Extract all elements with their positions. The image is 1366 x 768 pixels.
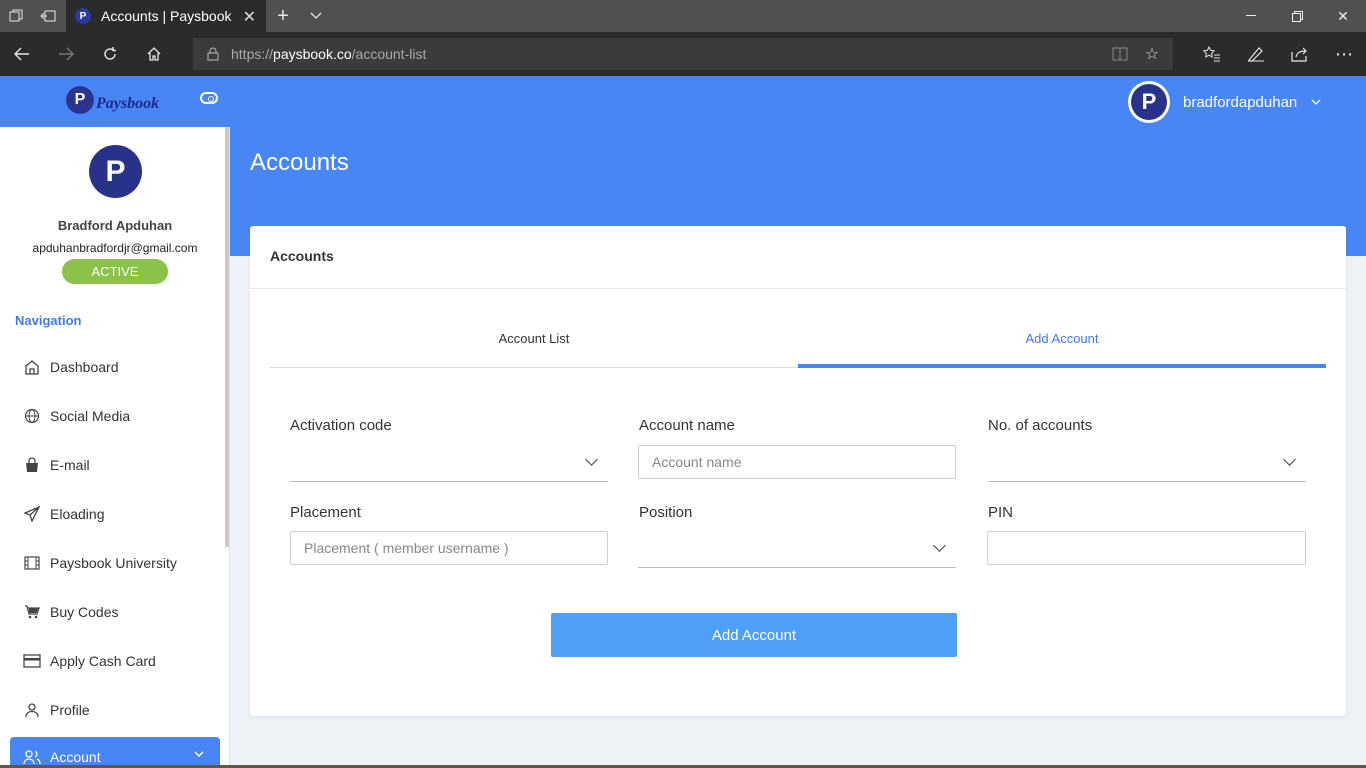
close-tab-icon[interactable]: ✕: [243, 7, 256, 27]
user-menu[interactable]: P bradfordapduhan: [1128, 81, 1321, 123]
tab-add-account[interactable]: Add Account: [798, 322, 1326, 368]
sidebar-item-profile[interactable]: Profile: [22, 698, 90, 722]
status-badge: ACTIVE: [62, 259, 168, 284]
send-icon: [22, 504, 42, 524]
app-header: P Paysbook P bradfordapduhan: [0, 76, 1366, 127]
cart-icon: [22, 602, 42, 622]
sidebar: P Bradford Apduhan apduhanbradfordjr@gma…: [0, 127, 230, 768]
chevron-down-icon: [194, 749, 204, 760]
tab-account-list[interactable]: Account List: [270, 322, 798, 368]
address-bar[interactable]: https://paysbook.co/account-list ☆: [193, 38, 1173, 70]
sidebar-scrollbar[interactable]: [225, 127, 229, 547]
accounts-card: Accounts Account List Add Account Activa…: [250, 226, 1346, 716]
browser-nav-bar: https://paysbook.co/account-list ☆ ⋯: [0, 32, 1366, 76]
logo-text: Paysbook: [96, 95, 160, 112]
tab-actions-icon[interactable]: [0, 0, 32, 32]
new-tab-icon[interactable]: +: [266, 0, 300, 32]
browser-tab-active[interactable]: P Accounts | Paysbook ✕: [66, 0, 266, 32]
account-name-input[interactable]: [638, 445, 956, 479]
num-accounts-label: No. of accounts: [988, 417, 1093, 434]
add-account-button[interactable]: Add Account: [551, 613, 957, 657]
sidebar-item-paysbook-university[interactable]: Paysbook University: [22, 551, 177, 575]
sidebar-item-apply-cash-card[interactable]: Apply Cash Card: [22, 649, 156, 673]
profile-avatar: P: [89, 145, 142, 198]
header-username: bradfordapduhan: [1183, 93, 1298, 111]
reading-view-icon[interactable]: [1104, 38, 1136, 70]
sidebar-item-account[interactable]: Account: [10, 737, 220, 768]
globe-icon: [22, 406, 42, 426]
back-icon[interactable]: [0, 32, 44, 76]
account-tabs: Account List Add Account: [270, 322, 1326, 368]
sidebar-item-eloading[interactable]: Eloading: [22, 502, 105, 526]
chevron-down-icon: [1283, 453, 1296, 466]
profile-name: Bradford Apduhan: [57, 218, 173, 233]
set-tabs-aside-icon[interactable]: [32, 0, 64, 32]
paysbook-logo[interactable]: P Paysbook: [66, 86, 159, 114]
credit-card-icon: [22, 651, 42, 671]
navigation-heading: Navigation: [15, 313, 82, 328]
close-window-icon[interactable]: ✕: [1320, 0, 1366, 32]
forward-icon[interactable]: [44, 32, 88, 76]
pin-input[interactable]: [987, 531, 1306, 565]
position-label: Position: [639, 504, 693, 521]
profile-email: apduhanbradfordjr@gmail.com: [32, 241, 198, 255]
home-icon: [22, 357, 42, 377]
chevron-down-icon: [933, 539, 946, 552]
page-title: Accounts: [250, 149, 349, 176]
position-select[interactable]: [638, 530, 956, 568]
pin-label: PIN: [988, 504, 1014, 521]
restore-icon[interactable]: [1274, 0, 1320, 32]
activation-code-label: Activation code: [290, 417, 392, 434]
film-icon: [22, 553, 42, 573]
avatar: P: [1128, 81, 1170, 123]
minimize-icon[interactable]: [1228, 0, 1274, 32]
more-options-icon[interactable]: ⋯: [1322, 32, 1366, 76]
card-divider: [250, 288, 1346, 289]
placement-label: Placement: [290, 504, 361, 521]
tab-title: Accounts | Paysbook: [101, 8, 232, 24]
user-icon: [22, 700, 42, 720]
activation-code-select[interactable]: [290, 444, 608, 482]
users-icon: [22, 747, 42, 767]
favorites-list-icon[interactable]: [1190, 32, 1234, 76]
lock-icon: [207, 47, 219, 61]
url-text: https://paysbook.co/account-list: [231, 46, 427, 62]
sidebar-item-email[interactable]: E-mail: [22, 453, 90, 477]
chevron-down-icon: [1311, 97, 1321, 108]
shopping-bag-icon: [22, 455, 42, 475]
chevron-down-icon: [585, 453, 598, 466]
home-browser-icon[interactable]: [132, 32, 176, 76]
logo-mark-icon: P: [66, 86, 94, 114]
sidebar-item-dashboard[interactable]: Dashboard: [22, 355, 119, 379]
refresh-icon[interactable]: [88, 32, 132, 76]
placement-input[interactable]: [290, 531, 608, 565]
card-title: Accounts: [270, 248, 334, 264]
sidebar-item-buy-codes[interactable]: Buy Codes: [22, 600, 118, 624]
sidebar-toggle-icon[interactable]: [200, 92, 218, 104]
share-icon[interactable]: [1278, 32, 1322, 76]
paysbook-favicon: P: [75, 8, 91, 24]
browser-tab-strip: P Accounts | Paysbook ✕ + ✕: [0, 0, 1366, 32]
sidebar-item-social-media[interactable]: Social Media: [22, 404, 130, 428]
favorite-star-icon[interactable]: ☆: [1136, 38, 1168, 70]
pen-icon[interactable]: [1234, 32, 1278, 76]
account-name-label: Account name: [639, 417, 735, 434]
tab-preview-chevron-icon[interactable]: [300, 0, 332, 32]
num-accounts-select[interactable]: [988, 444, 1306, 482]
